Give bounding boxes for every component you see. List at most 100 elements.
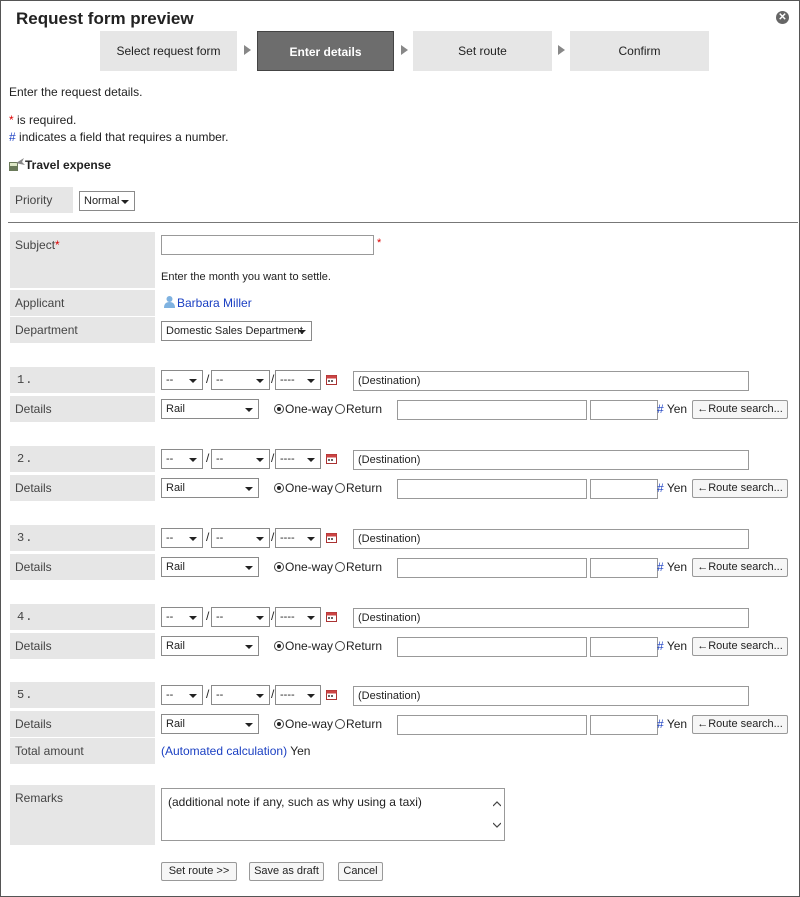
applicant-name-link[interactable]: Barbara Miller — [177, 296, 252, 310]
divider — [8, 222, 798, 223]
trip-day-select[interactable]: -- — [211, 607, 270, 627]
route-search-button[interactable]: ←Route search... — [692, 637, 788, 656]
trip-year-select[interactable]: ---- — [275, 370, 321, 390]
chevron-down-icon — [245, 408, 253, 412]
fare-input[interactable] — [590, 637, 658, 657]
destination-input[interactable]: (Destination) — [353, 371, 749, 391]
date-separator: / — [206, 451, 210, 465]
route-input[interactable] — [397, 637, 587, 657]
route-input[interactable] — [397, 479, 587, 499]
step-arrow-icon — [558, 45, 565, 55]
route-search-button[interactable]: ←Route search... — [692, 715, 788, 734]
date-separator: / — [206, 372, 210, 386]
destination-input[interactable]: (Destination) — [353, 686, 749, 706]
fare-input[interactable] — [590, 558, 658, 578]
calendar-icon[interactable] — [326, 374, 337, 385]
chevron-down-icon — [189, 616, 197, 620]
trip-day-select[interactable]: -- — [211, 528, 270, 548]
one-way-radio[interactable]: One-way — [274, 481, 333, 495]
transport-select[interactable]: Rail — [161, 557, 259, 577]
scroll-up-icon[interactable] — [493, 800, 501, 808]
department-select[interactable]: Domestic Sales Department — [161, 321, 312, 341]
save-draft-button[interactable]: Save as draft — [249, 862, 324, 881]
priority-select[interactable]: Normal — [79, 191, 135, 211]
trip-day-select[interactable]: -- — [211, 449, 270, 469]
one-way-radio[interactable]: One-way — [274, 560, 333, 574]
route-input[interactable] — [397, 715, 587, 735]
remarks-label: Remarks — [10, 785, 155, 845]
route-search-button[interactable]: ←Route search... — [692, 400, 788, 419]
remarks-textarea[interactable]: (additional note if any, such as why usi… — [161, 788, 505, 841]
subject-input[interactable] — [161, 235, 374, 255]
trip-number-label: 1. — [10, 367, 155, 393]
trip-number-label: 3. — [10, 525, 155, 551]
return-radio[interactable]: Return — [335, 717, 382, 731]
set-route-button[interactable]: Set route >> — [161, 862, 237, 881]
chevron-down-icon — [121, 200, 129, 204]
fare-currency: # Yen — [657, 402, 688, 416]
trip-month-select[interactable]: -- — [161, 370, 203, 390]
chevron-down-icon — [189, 379, 197, 383]
number-legend: # indicates a field that requires a numb… — [9, 130, 229, 144]
chevron-down-icon — [307, 537, 315, 541]
route-search-button[interactable]: ←Route search... — [692, 479, 788, 498]
fare-input[interactable] — [590, 715, 658, 735]
return-radio[interactable]: Return — [335, 639, 382, 653]
radio-selected-icon — [274, 404, 284, 414]
trip-month-select[interactable]: -- — [161, 528, 203, 548]
transport-select[interactable]: Rail — [161, 636, 259, 656]
transport-select[interactable]: Rail — [161, 478, 259, 498]
trip-year-select[interactable]: ---- — [275, 528, 321, 548]
chevron-down-icon — [307, 616, 315, 620]
request-form-dialog: Request form preview ✕ Select request fo… — [0, 0, 800, 897]
calendar-icon[interactable] — [326, 532, 337, 543]
trip-number-label: 4. — [10, 604, 155, 630]
trip-year-select[interactable]: ---- — [275, 685, 321, 705]
trip-day-select[interactable]: -- — [211, 685, 270, 705]
one-way-radio[interactable]: One-way — [274, 639, 333, 653]
destination-input[interactable]: (Destination) — [353, 450, 749, 470]
trip-month-select[interactable]: -- — [161, 607, 203, 627]
chevron-down-icon — [189, 458, 197, 462]
calendar-icon[interactable] — [326, 611, 337, 622]
return-radio[interactable]: Return — [335, 560, 382, 574]
one-way-radio[interactable]: One-way — [274, 402, 333, 416]
one-way-radio[interactable]: One-way — [274, 717, 333, 731]
return-radio[interactable]: Return — [335, 402, 382, 416]
destination-input[interactable]: (Destination) — [353, 529, 749, 549]
route-input[interactable] — [397, 558, 587, 578]
chevron-down-icon — [189, 694, 197, 698]
route-search-button[interactable]: ←Route search... — [692, 558, 788, 577]
trip-month-select[interactable]: -- — [161, 449, 203, 469]
trip-day-select[interactable]: -- — [211, 370, 270, 390]
destination-input[interactable]: (Destination) — [353, 608, 749, 628]
radio-selected-icon — [274, 562, 284, 572]
applicant-label: Applicant — [10, 290, 155, 316]
calendar-icon[interactable] — [326, 689, 337, 700]
trip-year-select[interactable]: ---- — [275, 607, 321, 627]
fare-input[interactable] — [590, 479, 658, 499]
radio-empty-icon — [335, 483, 345, 493]
chevron-down-icon — [307, 379, 315, 383]
close-icon[interactable]: ✕ — [776, 11, 789, 24]
trip-month-select[interactable]: -- — [161, 685, 203, 705]
chevron-down-icon — [245, 487, 253, 491]
trip-year-select[interactable]: ---- — [275, 449, 321, 469]
transport-select[interactable]: Rail — [161, 399, 259, 419]
calendar-icon[interactable] — [326, 453, 337, 464]
chevron-down-icon — [307, 458, 315, 462]
required-legend: * is required. — [9, 113, 77, 127]
cancel-button[interactable]: Cancel — [338, 862, 383, 881]
route-input[interactable] — [397, 400, 587, 420]
fare-input[interactable] — [590, 400, 658, 420]
chevron-down-icon — [256, 616, 264, 620]
scroll-down-icon[interactable] — [493, 821, 501, 829]
priority-label: Priority — [10, 187, 73, 213]
total-amount-label: Total amount — [10, 738, 155, 764]
trip-number-label: 2. — [10, 446, 155, 472]
return-radio[interactable]: Return — [335, 481, 382, 495]
transport-select[interactable]: Rail — [161, 714, 259, 734]
chevron-down-icon — [256, 458, 264, 462]
chevron-down-icon — [298, 330, 306, 334]
radio-empty-icon — [335, 641, 345, 651]
